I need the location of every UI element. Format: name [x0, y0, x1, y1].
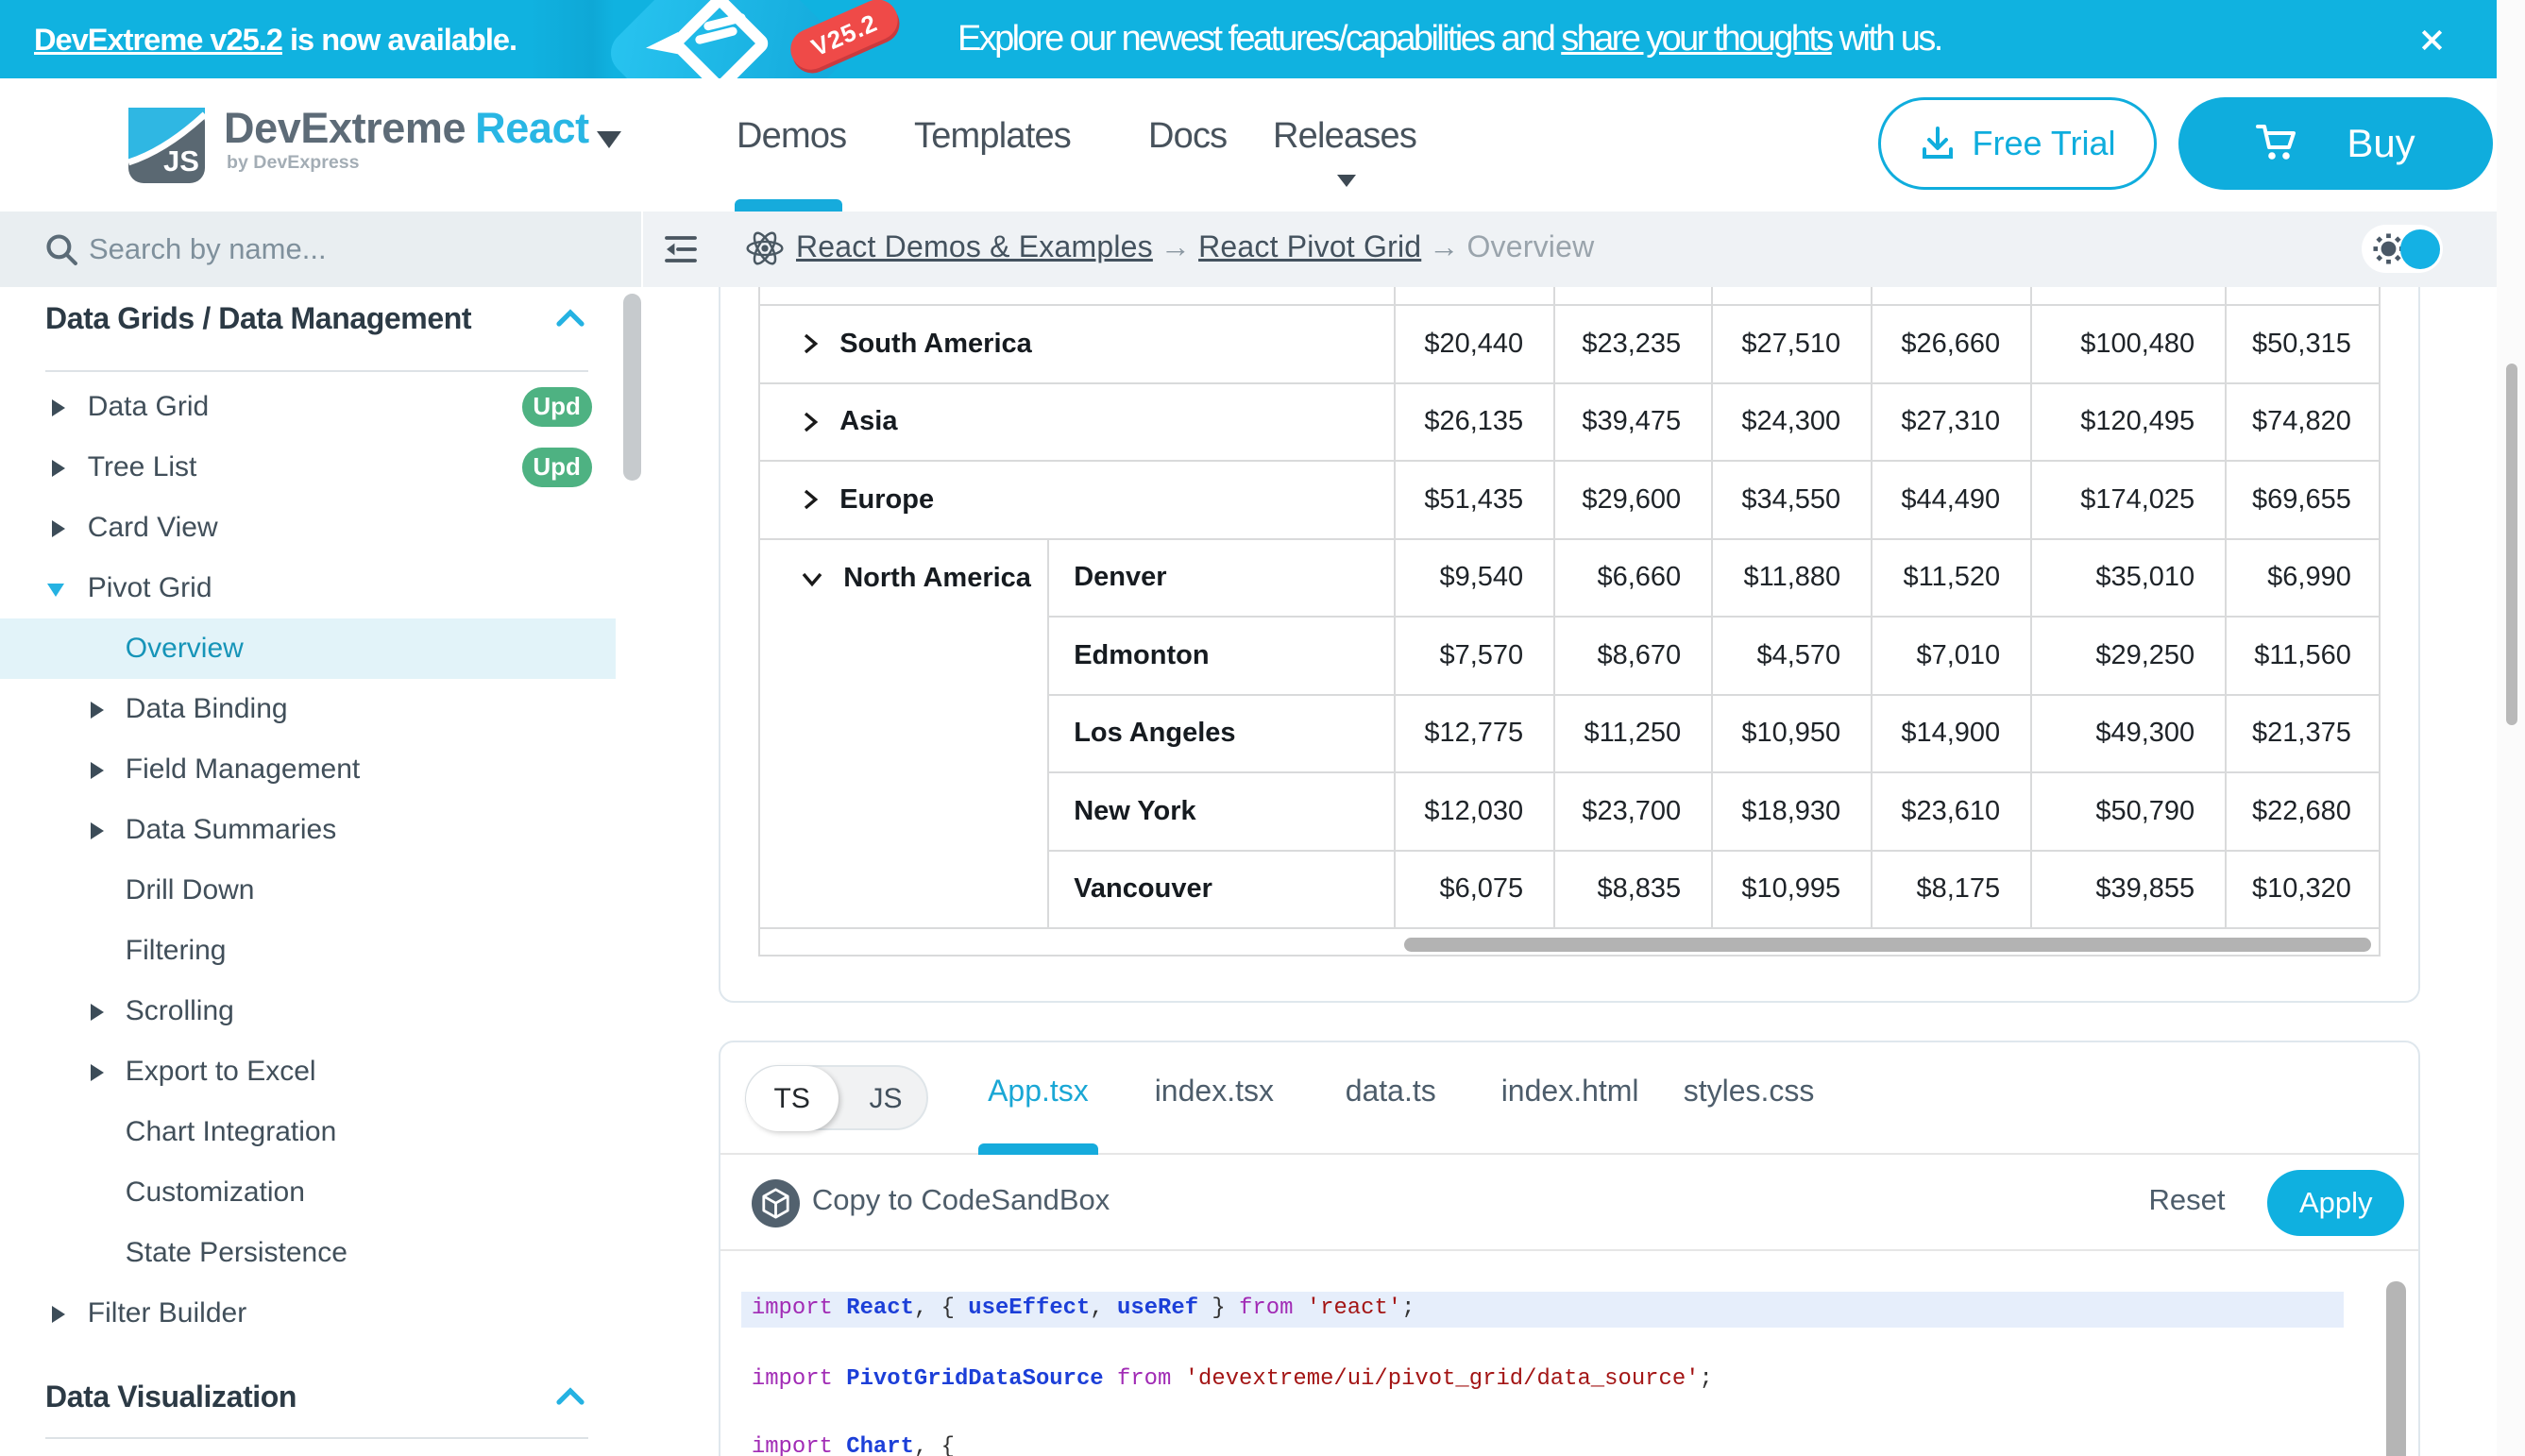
svg-text:JS: JS [163, 144, 199, 178]
